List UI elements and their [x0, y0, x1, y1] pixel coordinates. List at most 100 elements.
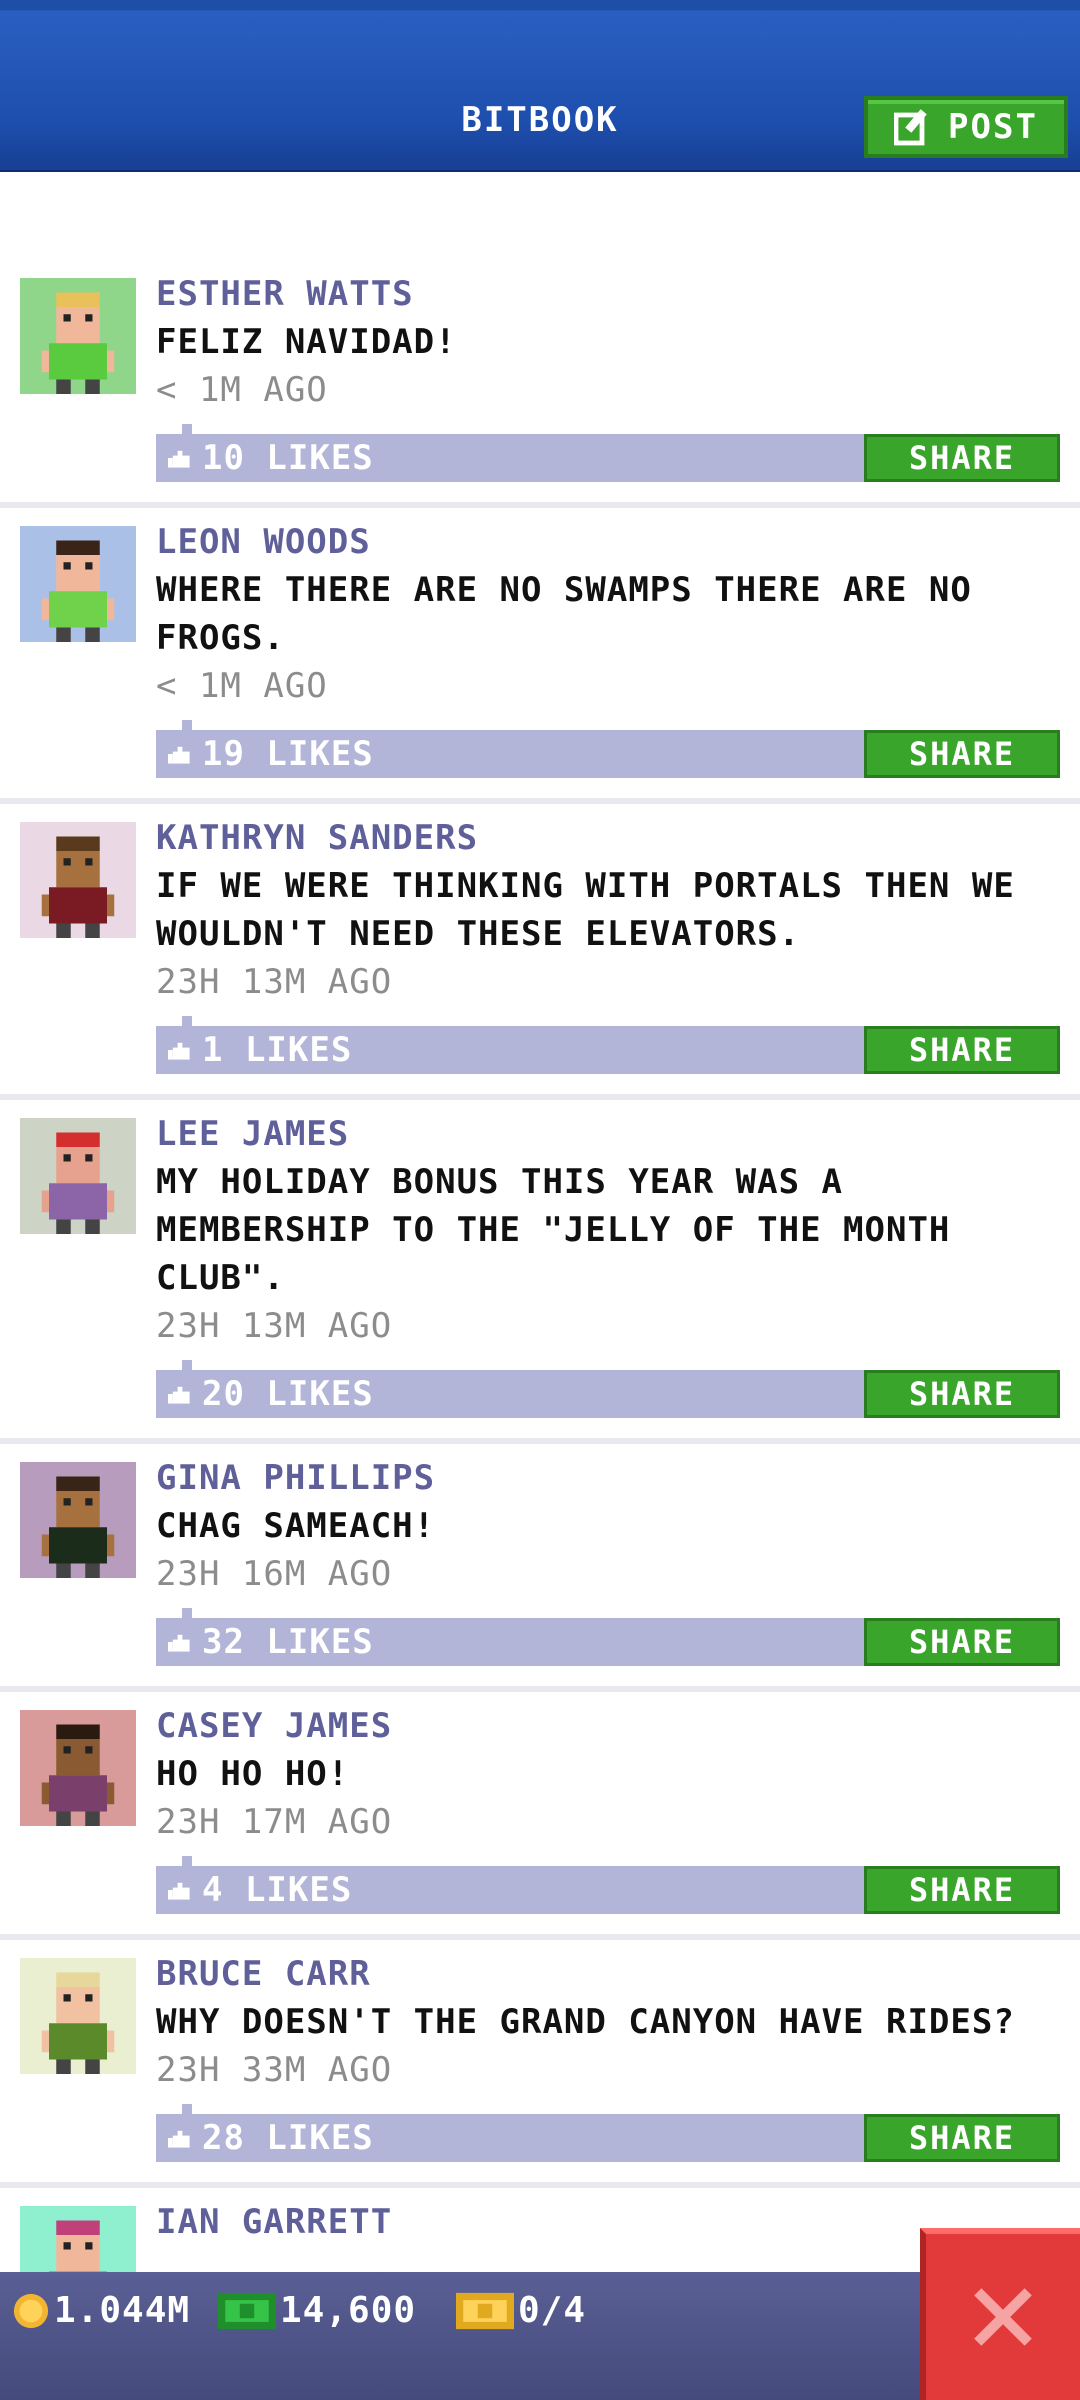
post-time: 23H 13M AGO — [156, 1306, 393, 1346]
post-author[interactable]: BRUCE CARR — [156, 1950, 1080, 1998]
avatar-hand — [41, 598, 49, 621]
share-button[interactable]: SHARE — [864, 1370, 1060, 1418]
avatar-hair — [56, 836, 100, 851]
avatar-eye — [85, 1498, 93, 1506]
avatar-hair — [56, 1476, 100, 1491]
avatar-leg — [85, 627, 100, 642]
avatar[interactable] — [20, 1958, 136, 2074]
avatar-hair — [56, 1724, 100, 1739]
post-message: FELIZ NAVIDAD! — [156, 322, 457, 362]
avatar-figure — [41, 1972, 115, 2074]
share-button[interactable]: SHARE — [864, 1026, 1060, 1074]
avatar-leg — [85, 379, 100, 394]
post-time: 23H 33M AGO — [156, 2050, 393, 2090]
avatar-eye — [63, 1746, 71, 1754]
avatar-eye — [63, 1994, 71, 2002]
like-bar[interactable]: 10 LIKES SHARE — [156, 424, 1060, 482]
avatar[interactable] — [20, 822, 136, 938]
avatar-hand — [107, 2030, 115, 2053]
avatar-hand — [107, 894, 115, 917]
avatar-hand — [107, 1534, 115, 1557]
avatar-leg — [85, 923, 100, 938]
avatar[interactable] — [20, 1462, 136, 1578]
post-message: CHAG SAMEACH! — [156, 1506, 436, 1546]
coins-stat: 1.044M — [12, 2290, 190, 2331]
avatar-hand — [41, 894, 49, 917]
like-bar[interactable]: 1 LIKES SHARE — [156, 1016, 1060, 1074]
avatar-hand — [41, 1534, 49, 1557]
avatar-shirt — [49, 887, 107, 924]
post-author[interactable]: LEON WOODS — [156, 518, 1080, 566]
like-count: 32 LIKES — [202, 1622, 374, 1662]
avatar-figure — [41, 1476, 115, 1578]
like-icon — [168, 746, 190, 764]
like-count: 1 LIKES — [202, 1030, 353, 1070]
like-icon — [168, 1634, 190, 1652]
avatar[interactable] — [20, 526, 136, 642]
feed-list[interactable]: ESTHER WATTS FELIZ NAVIDAD! < 1M AGO 10 … — [0, 260, 1080, 2322]
share-button[interactable]: SHARE — [864, 1618, 1060, 1666]
like-icon — [168, 1386, 190, 1404]
avatar-hair — [56, 1972, 100, 1987]
like-bar[interactable]: 28 LIKES SHARE — [156, 2104, 1060, 2162]
avatar-face — [56, 2235, 100, 2272]
post-button-label: POST — [948, 107, 1038, 147]
avatar-hand — [41, 1782, 49, 1805]
like-bar[interactable]: 20 LIKES SHARE — [156, 1360, 1060, 1418]
avatar-hair — [56, 2220, 100, 2235]
avatar-face — [56, 555, 100, 592]
avatar[interactable] — [20, 1118, 136, 1234]
feed-post: IAN GARRETT — [0, 2188, 1080, 2322]
avatar-eye — [85, 1994, 93, 2002]
post-author[interactable]: LEE JAMES — [156, 1110, 1080, 1158]
like-count: 19 LIKES — [202, 734, 374, 774]
post-author[interactable]: GINA PHILLIPS — [156, 1454, 1080, 1502]
avatar-shirt — [49, 343, 107, 380]
like-icon — [168, 1882, 190, 1900]
top-bar: BITBOOK POST — [0, 0, 1080, 172]
bux-stat: 14,600 — [218, 2290, 416, 2331]
avatar[interactable] — [20, 1710, 136, 1826]
avatar-hair — [56, 540, 100, 555]
coins-value: 1.044M — [54, 2290, 191, 2331]
share-button[interactable]: SHARE — [864, 2114, 1060, 2162]
avatar-leg — [56, 627, 71, 642]
avatar-figure — [41, 836, 115, 938]
share-button[interactable]: SHARE — [864, 434, 1060, 482]
like-bar[interactable]: 19 LIKES SHARE — [156, 720, 1060, 778]
avatar-figure — [41, 540, 115, 642]
bux-icon — [218, 2292, 276, 2329]
avatar-figure — [41, 1724, 115, 1826]
avatar[interactable] — [20, 278, 136, 394]
post-author[interactable]: CASEY JAMES — [156, 1702, 1080, 1750]
avatar-face — [56, 1739, 100, 1776]
feed-post: CASEY JAMES HO HO HO! 23H 17M AGO 4 LIKE… — [0, 1692, 1080, 1940]
like-count: 10 LIKES — [202, 438, 374, 478]
avatar-eye — [85, 314, 93, 322]
tickets-stat: 0/4 — [456, 2290, 586, 2331]
post-button[interactable]: POST — [864, 96, 1068, 158]
avatar-hand — [41, 350, 49, 373]
avatar-eye — [85, 1154, 93, 1162]
feed-post: LEE JAMES MY HOLIDAY BONUS THIS YEAR WAS… — [0, 1100, 1080, 1444]
avatar-face — [56, 307, 100, 344]
post-message: WHY DOESN'T THE GRAND CANYON HAVE RIDES? — [156, 2002, 1015, 2042]
like-icon — [168, 450, 190, 468]
share-button[interactable]: SHARE — [864, 1866, 1060, 1914]
avatar-hand — [41, 1190, 49, 1213]
feed-post: ESTHER WATTS FELIZ NAVIDAD! < 1M AGO 10 … — [0, 260, 1080, 508]
like-bar[interactable]: 4 LIKES SHARE — [156, 1856, 1060, 1914]
avatar-shirt — [49, 591, 107, 628]
share-button[interactable]: SHARE — [864, 730, 1060, 778]
avatar-hair — [56, 1132, 100, 1147]
close-button[interactable] — [920, 2228, 1080, 2400]
post-author[interactable]: ESTHER WATTS — [156, 270, 1080, 318]
like-bar[interactable]: 32 LIKES SHARE — [156, 1608, 1060, 1666]
avatar-eye — [85, 1746, 93, 1754]
post-author[interactable]: KATHRYN SANDERS — [156, 814, 1080, 862]
avatar-shirt — [49, 1527, 107, 1564]
avatar-face — [56, 1491, 100, 1528]
avatar-eye — [63, 2242, 71, 2250]
like-count: 28 LIKES — [202, 2118, 374, 2158]
avatar-shirt — [49, 1183, 107, 1220]
